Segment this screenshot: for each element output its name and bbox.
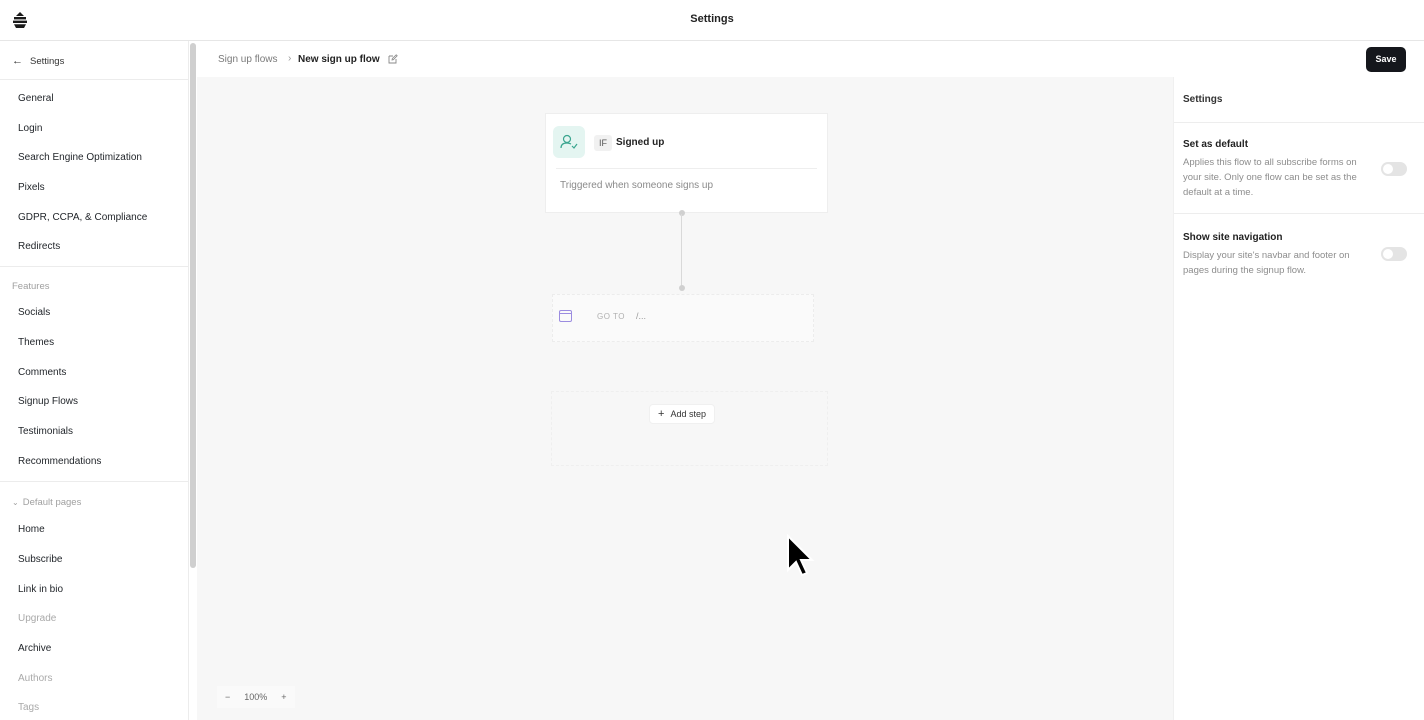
back-label: Settings (30, 55, 65, 67)
sidebar-item-themes[interactable]: Themes (18, 337, 54, 348)
add-step-label: Add step (670, 409, 706, 419)
zoom-controls: − 100% + (217, 686, 295, 708)
save-button[interactable]: Save (1366, 47, 1406, 72)
edit-icon[interactable] (388, 54, 398, 64)
connector-dot[interactable] (679, 210, 685, 216)
sidebar-item-general[interactable]: General (18, 93, 54, 104)
show-navigation-toggle[interactable] (1381, 247, 1407, 261)
show-navigation-title: Show site navigation (1183, 232, 1283, 243)
goto-path[interactable]: /... (636, 311, 646, 321)
sidebar-item-tags[interactable]: Tags (18, 702, 39, 713)
sidebar-item-recommendations[interactable]: Recommendations (18, 456, 101, 467)
sidebar-item-upgrade[interactable]: Upgrade (18, 613, 56, 624)
divider (0, 79, 188, 80)
set-default-description: Applies this flow to all subscribe forms… (1183, 157, 1357, 198)
divider (556, 168, 817, 169)
sidebar-item-subscribe[interactable]: Subscribe (18, 554, 62, 565)
settings-sidebar: ← Settings General Login Search Engine O… (0, 41, 189, 720)
zoom-level: 100% (244, 692, 268, 702)
plus-icon: + (658, 408, 665, 420)
toggle-knob (1383, 249, 1393, 259)
back-to-settings-link[interactable]: ← Settings (12, 54, 64, 68)
show-navigation-description: Display your site's navbar and footer on… (1183, 250, 1350, 276)
sidebar-item-compliance[interactable]: GDPR, CCPA, & Compliance (18, 212, 147, 223)
breadcrumb-current: New sign up flow (298, 54, 380, 65)
divider (1174, 213, 1424, 214)
breadcrumb: Sign up flows › New sign up flow Save (197, 41, 1424, 77)
sidebar-item-pixels[interactable]: Pixels (18, 182, 45, 193)
sidebar-item-signup-flows[interactable]: Signup Flows (18, 396, 78, 407)
page-icon (559, 310, 572, 322)
sidebar-item-socials[interactable]: Socials (18, 307, 50, 318)
connector-line (681, 214, 682, 289)
sidebar-item-redirects[interactable]: Redirects (18, 241, 60, 252)
goto-step-card[interactable]: GO TO /... (552, 294, 814, 342)
toggle-knob (1383, 164, 1393, 174)
connector-dot[interactable] (679, 285, 685, 291)
set-default-toggle[interactable] (1381, 162, 1407, 176)
sidebar-item-comments[interactable]: Comments (18, 367, 66, 378)
chevron-down-icon: ⌄ (12, 498, 19, 507)
user-signup-icon (553, 126, 585, 158)
sidebar-item-home[interactable]: Home (18, 524, 45, 535)
default-pages-label: Default pages (22, 497, 82, 508)
mouse-cursor-icon (787, 534, 815, 577)
features-group-label: Features (12, 281, 50, 292)
divider (1174, 122, 1424, 123)
if-badge: IF (594, 135, 612, 151)
sidebar-item-testimonials[interactable]: Testimonials (18, 426, 73, 437)
zoom-in-button[interactable]: + (281, 692, 286, 702)
divider (0, 266, 188, 267)
goto-label: GO TO (597, 312, 625, 321)
sidebar-scrollbar[interactable] (190, 43, 196, 568)
default-pages-toggle[interactable]: ⌄ Default pages (12, 497, 81, 508)
sidebar-item-login[interactable]: Login (18, 123, 42, 134)
add-step-button[interactable]: + Add step (649, 404, 715, 424)
sidebar-item-archive[interactable]: Archive (18, 643, 51, 654)
flow-settings-panel: Settings Set as default Applies this flo… (1173, 77, 1424, 720)
sidebar-item-authors[interactable]: Authors (18, 673, 52, 684)
sidebar-item-link-in-bio[interactable]: Link in bio (18, 584, 63, 595)
set-default-title: Set as default (1183, 139, 1249, 150)
zoom-out-button[interactable]: − (225, 692, 230, 702)
top-bar: Settings (0, 0, 1424, 41)
breadcrumb-parent-link[interactable]: Sign up flows (218, 54, 277, 65)
sidebar-item-seo[interactable]: Search Engine Optimization (18, 152, 142, 163)
panel-title: Settings (1183, 94, 1223, 105)
page-title: Settings (690, 13, 734, 25)
add-step-zone (551, 391, 828, 466)
arrow-left-icon: ← (12, 55, 23, 67)
trigger-title: Signed up (616, 137, 665, 148)
breadcrumb-separator: › (288, 53, 292, 64)
divider (0, 481, 188, 482)
trigger-card[interactable]: IF Signed up Triggered when someone sign… (545, 113, 828, 213)
trigger-description: Triggered when someone signs up (560, 180, 714, 191)
